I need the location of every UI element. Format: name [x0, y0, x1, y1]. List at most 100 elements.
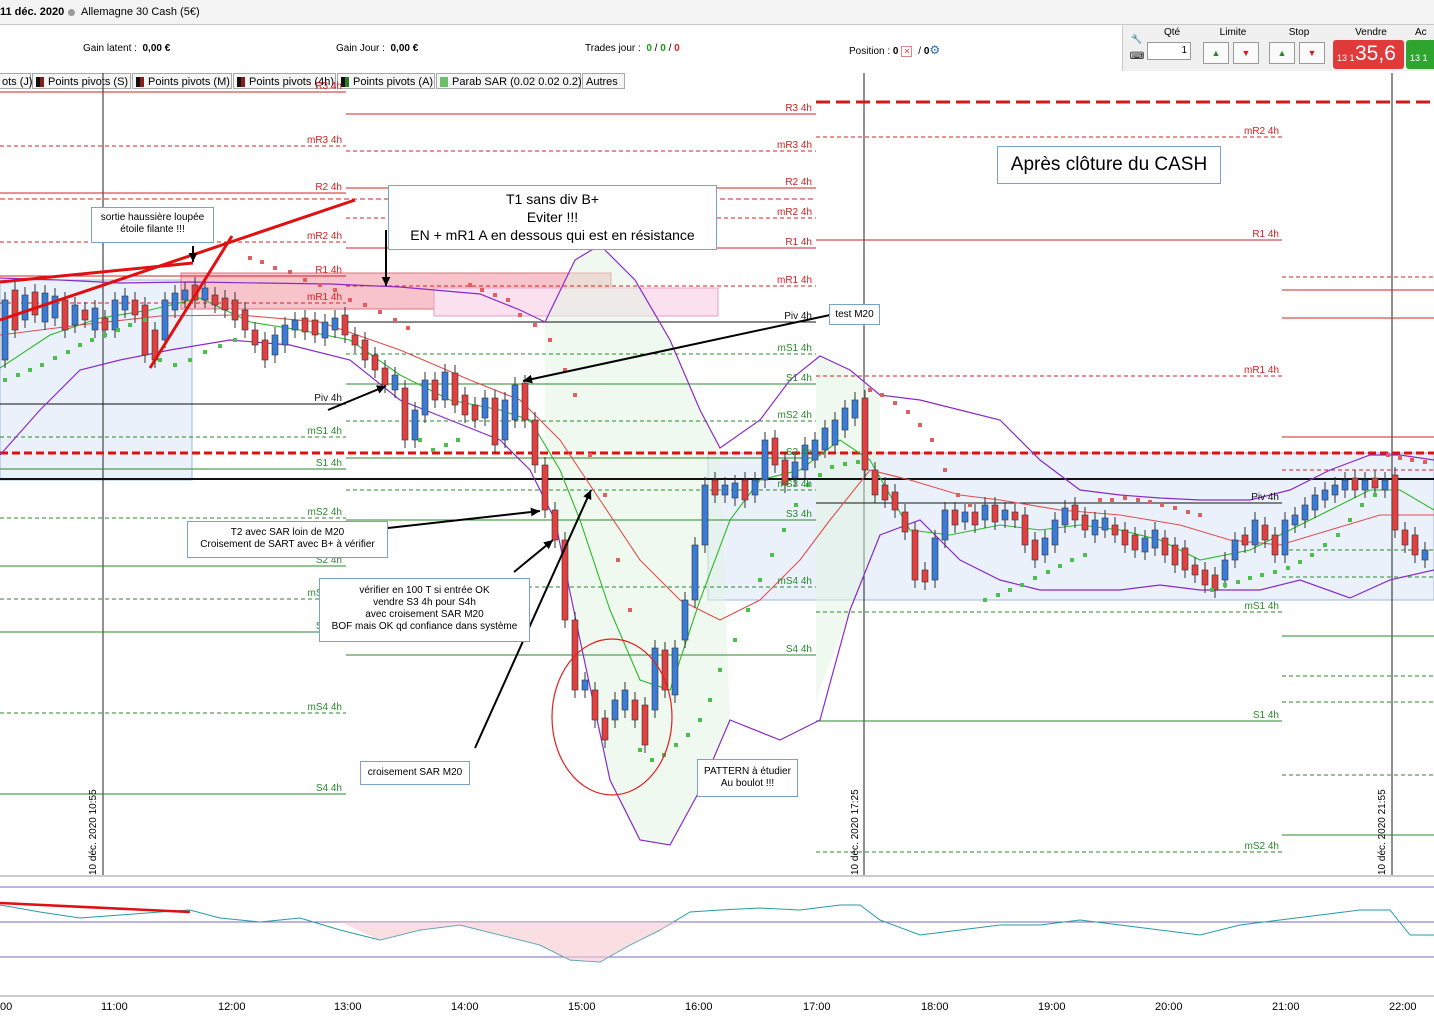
candle [331, 317, 339, 331]
sar-dot [698, 718, 702, 722]
sar-dot [218, 344, 222, 348]
candle [1411, 534, 1419, 556]
candle [811, 439, 819, 461]
candle [91, 307, 99, 331]
oscillator-fill [340, 922, 680, 962]
pivot-label: S1 4h [316, 458, 342, 469]
candle [581, 679, 589, 691]
candle [491, 397, 499, 446]
candle [851, 399, 859, 419]
annotation-test-m20[interactable]: test M20 [829, 304, 880, 325]
candle [831, 419, 839, 446]
pivot-label: S4 4h [316, 783, 342, 794]
sar-dot [158, 358, 162, 362]
candle [861, 397, 869, 471]
sar-dot [78, 343, 82, 347]
candle [1391, 474, 1399, 531]
sar-dot [733, 638, 737, 642]
pivot-label: mR3 4h [777, 140, 812, 151]
pivot-label: mS1 4h [308, 426, 342, 437]
sar-dot [348, 298, 352, 302]
candle [1171, 544, 1179, 566]
pivot-label: mS2 4h [1245, 841, 1279, 852]
sar-dot [616, 558, 620, 562]
pivot-label: R1 4h [315, 265, 342, 276]
candle [521, 382, 529, 421]
candle [1051, 519, 1059, 546]
candle [1061, 507, 1069, 526]
candle [1001, 509, 1009, 521]
divergence-line [0, 901, 191, 914]
sar-dot [1186, 510, 1190, 514]
candle [31, 291, 39, 316]
sar-dot [28, 368, 32, 372]
candle [1331, 484, 1339, 496]
candle [721, 484, 729, 496]
sar-dot [378, 310, 382, 314]
annotation-pattern[interactable]: PATTERN à étudier Au boulot !!! [697, 759, 798, 797]
pivot-label: mR1 4h [777, 275, 812, 286]
candle [321, 321, 329, 339]
sar-dot [770, 553, 774, 557]
candle [291, 319, 299, 331]
sar-dot [1160, 503, 1164, 507]
sar-dot [518, 313, 522, 317]
sar-dot [968, 503, 972, 507]
candle [501, 399, 509, 441]
candle [201, 287, 209, 301]
sar-dot [650, 758, 654, 762]
sar-dot [674, 743, 678, 747]
candle [541, 464, 549, 511]
candle [1281, 519, 1289, 556]
candle [1351, 477, 1359, 491]
candle [1261, 524, 1269, 541]
candle [131, 299, 139, 316]
pivot-label: R1 4h [1252, 229, 1279, 240]
candle [451, 372, 459, 406]
pivot-label: R3 4h [315, 81, 342, 92]
time-axis-label: 19:00 [1038, 1001, 1066, 1013]
annotation-verifier[interactable]: vérifier en 100 T si entrée OK vendre S3… [319, 578, 530, 642]
sar-dot [418, 438, 422, 442]
candle [311, 319, 319, 336]
candle [691, 544, 699, 601]
candle [421, 379, 429, 416]
candle [701, 484, 709, 546]
sar-dot [983, 598, 987, 602]
candle [161, 299, 169, 341]
sar-dot [406, 326, 410, 330]
sar-dot [708, 698, 712, 702]
band-fill [816, 356, 880, 700]
pivot-label: S1 4h [1253, 710, 1279, 721]
candle [441, 371, 449, 401]
pivot-label: S4 4h [786, 644, 812, 655]
sar-dot [573, 393, 577, 397]
pivot-label: Piv 4h [314, 393, 342, 404]
candle [101, 317, 109, 331]
sar-dot [893, 401, 897, 405]
candle [951, 509, 959, 526]
annotation-t2[interactable]: T2 avec SAR loin de M20 Croisement de SA… [187, 521, 388, 558]
sar-dot [880, 393, 884, 397]
candle [751, 479, 759, 496]
time-axis-label: 17:00 [803, 1001, 831, 1013]
candle [931, 537, 939, 581]
annotation-apres-cloture[interactable]: Après clôture du CASH [997, 146, 1221, 184]
annotation-t1[interactable]: T1 sans div B+ Eviter !!! EN + mR1 A en … [388, 185, 717, 250]
sar-dot [493, 293, 497, 297]
sar-dot [393, 318, 397, 322]
sar-dot [1020, 583, 1024, 587]
sar-dot [318, 283, 322, 287]
candle [81, 309, 89, 321]
candle [21, 294, 29, 321]
candle [1181, 547, 1189, 571]
pivot-label: S2 4h [786, 447, 812, 458]
candle [1361, 479, 1369, 491]
candle [651, 647, 659, 711]
sar-dot [628, 608, 632, 612]
sar-dot [273, 266, 277, 270]
annotation-croisement[interactable]: croisement SAR M20 [360, 761, 470, 785]
annotation-sortie[interactable]: sortie haussière loupée étoile filante !… [91, 207, 214, 243]
candle [901, 511, 909, 533]
candle [1301, 504, 1309, 521]
